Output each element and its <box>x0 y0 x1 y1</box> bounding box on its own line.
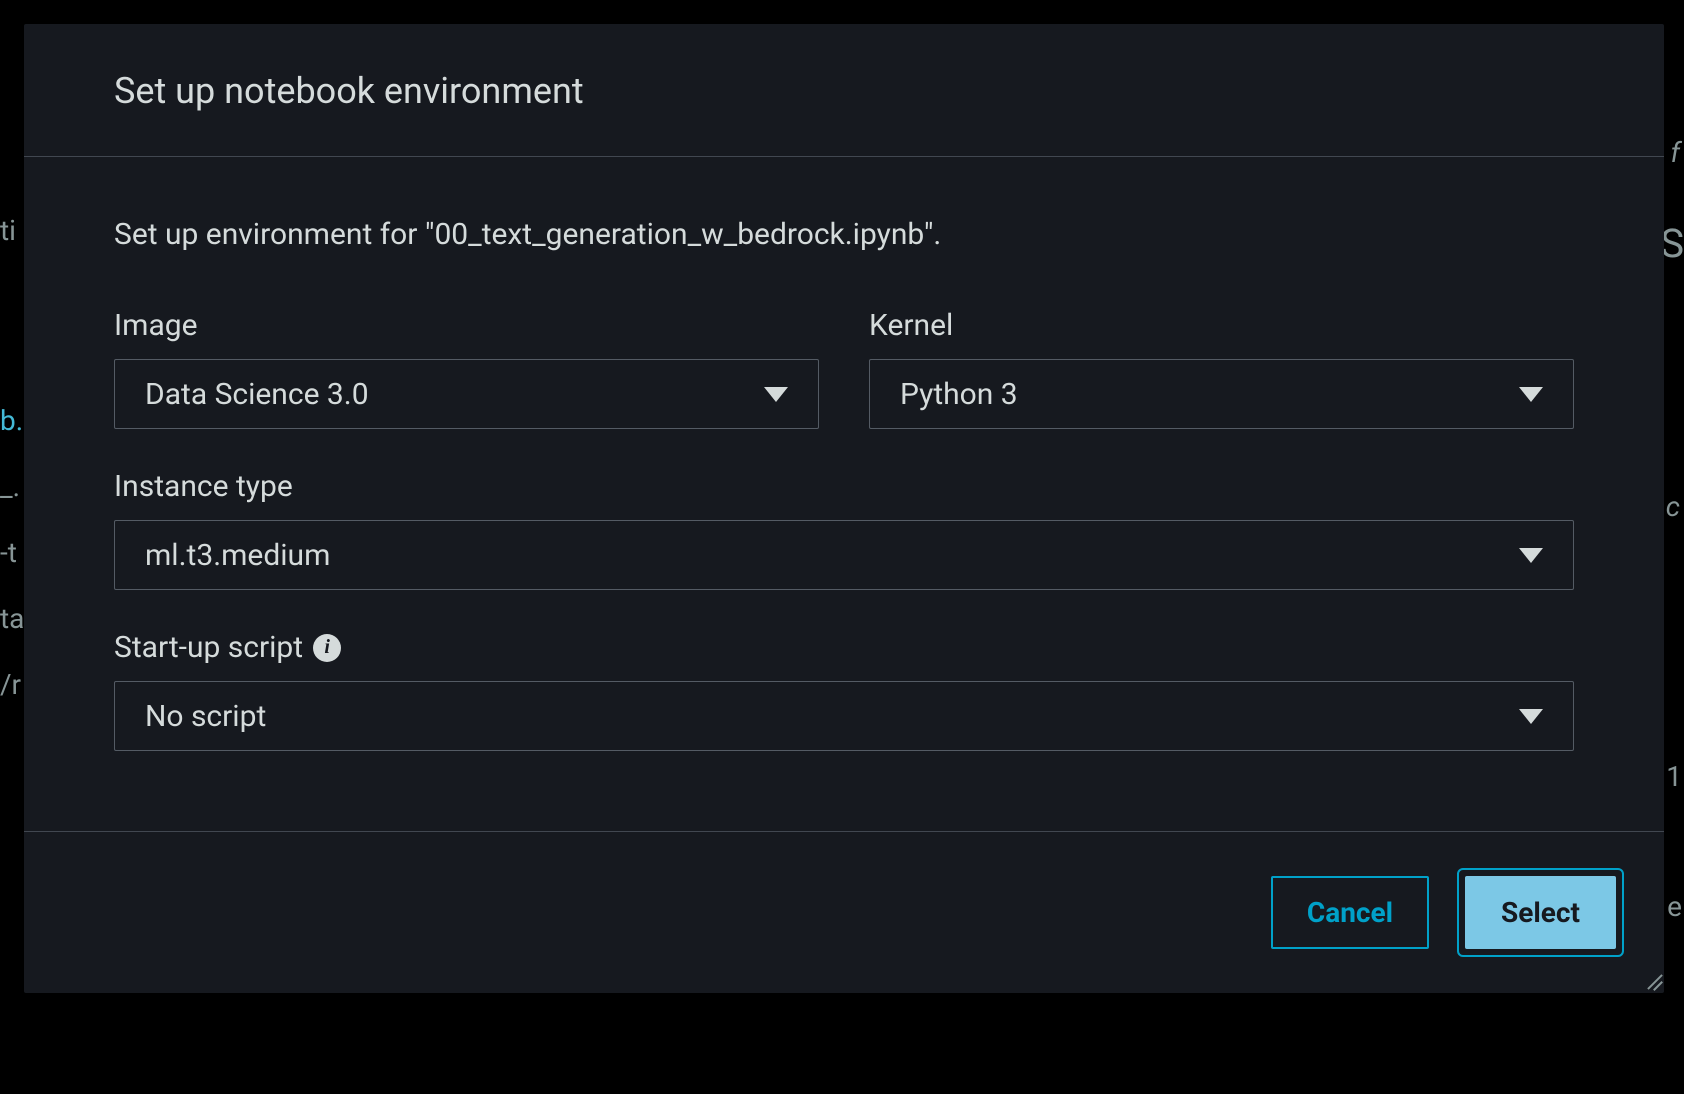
select-button-focus-ring: Select <box>1457 868 1624 957</box>
startup-script-label: Start-up script i <box>114 630 1574 665</box>
bg-fragment: f <box>1671 136 1680 169</box>
bg-fragment: -t <box>0 536 17 569</box>
bg-fragment: ta <box>0 602 24 635</box>
startup-script-label-text: Start-up script <box>114 630 303 665</box>
image-select-value: Data Science 3.0 <box>145 377 764 412</box>
image-label: Image <box>114 308 819 343</box>
chevron-down-icon <box>764 387 788 402</box>
kernel-select[interactable]: Python 3 <box>869 359 1574 429</box>
bg-fragment: _. <box>0 470 20 503</box>
chevron-down-icon <box>1519 548 1543 563</box>
modal-header: Set up notebook environment <box>24 24 1664 157</box>
bg-fragment: /r <box>0 668 21 701</box>
environment-setup-modal: Set up notebook environment Set up envir… <box>24 24 1664 993</box>
startup-script-select-value: No script <box>145 699 1519 734</box>
cancel-button[interactable]: Cancel <box>1271 876 1429 949</box>
modal-subtitle: Set up environment for "00_text_generati… <box>114 217 1574 252</box>
startup-script-field-group: Start-up script i No script <box>114 630 1574 751</box>
bg-fragment: c <box>1666 490 1680 523</box>
chevron-down-icon <box>1519 387 1543 402</box>
kernel-label: Kernel <box>869 308 1574 343</box>
modal-body: Set up environment for "00_text_generati… <box>24 157 1664 831</box>
instance-type-field-group: Instance type ml.t3.medium <box>114 469 1574 590</box>
info-icon[interactable]: i <box>313 634 341 662</box>
kernel-field-group: Kernel Python 3 <box>869 308 1574 429</box>
select-button[interactable]: Select <box>1465 876 1616 949</box>
bg-fragment: ti <box>0 214 16 247</box>
bg-fragment: 1 <box>1666 760 1682 793</box>
bg-fragment: e <box>1667 890 1682 923</box>
resize-handle[interactable] <box>1640 969 1662 991</box>
chevron-down-icon <box>1519 709 1543 724</box>
instance-type-select[interactable]: ml.t3.medium <box>114 520 1574 590</box>
bg-fragment: b. <box>0 404 23 437</box>
modal-footer: Cancel Select <box>24 831 1664 993</box>
image-field-group: Image Data Science 3.0 <box>114 308 819 429</box>
startup-script-select[interactable]: No script <box>114 681 1574 751</box>
image-select[interactable]: Data Science 3.0 <box>114 359 819 429</box>
instance-type-label: Instance type <box>114 469 1574 504</box>
modal-title: Set up notebook environment <box>114 70 1594 112</box>
instance-type-select-value: ml.t3.medium <box>145 538 1519 573</box>
form-row-1: Image Data Science 3.0 Kernel Python 3 <box>114 308 1574 429</box>
kernel-select-value: Python 3 <box>900 377 1519 412</box>
